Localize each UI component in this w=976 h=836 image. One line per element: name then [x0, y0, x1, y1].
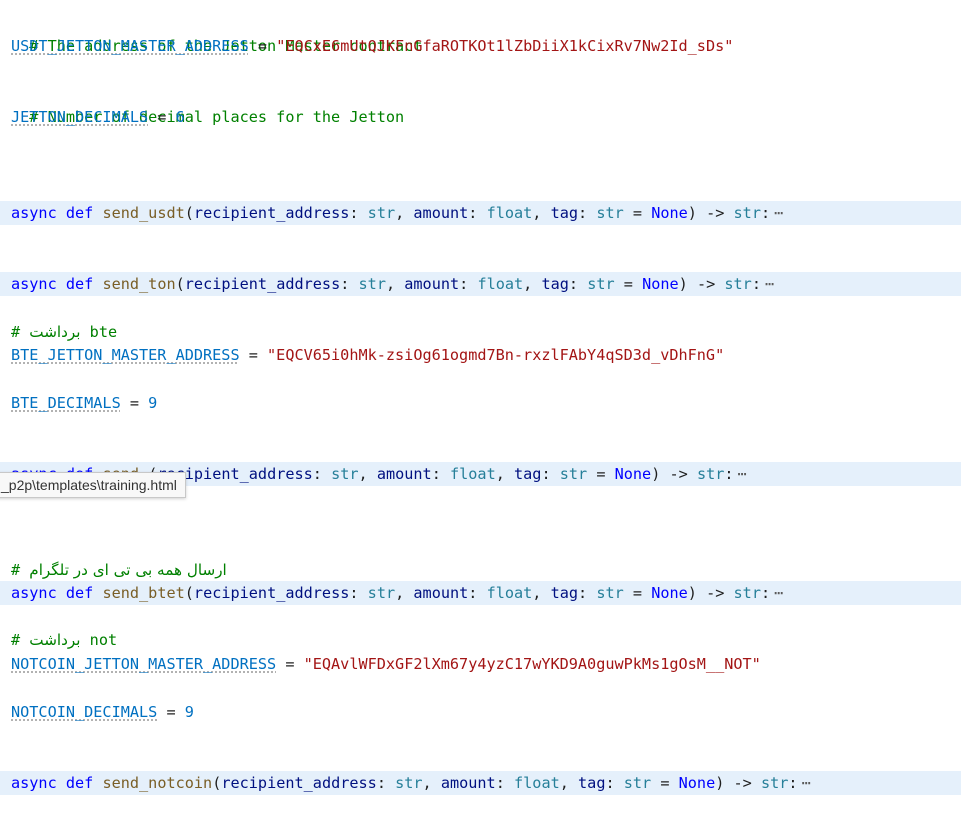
folded-function-send-btet[interactable]: async def send_btet(recipient_address: s…: [0, 581, 961, 605]
code-line-notcoin-address: NOTCOIN_JETTON_MASTER_ADDRESS = "EQAvlWF…: [11, 655, 761, 673]
comment-prefix: #: [11, 631, 30, 649]
type-name: str: [367, 204, 396, 222]
folded-function-send-usdt[interactable]: async def send_usdt(recipient_address: s…: [0, 201, 961, 225]
arrow: ->: [706, 584, 725, 602]
code-line-notcoin-decimals: NOTCOIN_DECIMALS = 9: [11, 703, 194, 721]
string-literal: "EQCxE6mUtQJKFnGfaROTKOt1lZbDiiX1kCixRv7…: [276, 37, 734, 55]
param-name: tag: [550, 584, 579, 602]
param-name: amount: [413, 204, 469, 222]
code-line-bte-address: BTE_JETTON_MASTER_ADDRESS = "EQCV65i0hMk…: [11, 346, 725, 364]
keyword-def: def: [65, 774, 94, 792]
param-name: tag: [550, 204, 579, 222]
comment-prefix: #: [11, 323, 30, 341]
number-literal: 9: [184, 703, 194, 721]
fold-ellipsis-icon[interactable]: ⋯: [765, 275, 774, 293]
type-name: float: [486, 204, 533, 222]
fold-ellipsis-icon[interactable]: ⋯: [738, 465, 747, 483]
keyword-none: None: [642, 275, 679, 293]
type-name: str: [559, 465, 588, 483]
comment-prefix: #: [11, 561, 30, 579]
number-literal: 6: [175, 108, 185, 126]
type-name: float: [486, 584, 533, 602]
code-line-comment-not: # برداشت not: [11, 628, 976, 652]
type-name: str: [733, 204, 761, 222]
comment-suffix: not: [80, 631, 118, 649]
variable-name: USDT_JETTON_MASTER_ADDRESS: [11, 37, 249, 55]
type-name: str: [733, 584, 761, 602]
variable-name: NOTCOIN_DECIMALS: [11, 703, 158, 721]
code-line-comment-decimals: # Number of decimal places for the Jetto…: [11, 81, 976, 126]
arrow: ->: [669, 465, 688, 483]
param-name: recipient_address: [193, 204, 350, 222]
folded-function-send-notcoin[interactable]: async def send_notcoin(recipient_address…: [0, 771, 961, 795]
function-name[interactable]: send_usdt: [102, 204, 184, 222]
function-name[interactable]: send_notcoin: [102, 774, 212, 792]
function-name[interactable]: send_ton: [102, 275, 175, 293]
param-name: amount: [376, 465, 432, 483]
arrow: ->: [706, 204, 725, 222]
string-literal: "EQAvlWFDxGF2lXm67y4yzC17wYKD9A0guwPkMs1…: [303, 655, 761, 673]
variable-name: JETTON_DECIMALS: [11, 108, 149, 126]
folded-function-send-ton[interactable]: async def send_ton(recipient_address: st…: [0, 272, 976, 296]
type-name: str: [587, 275, 615, 293]
fold-ellipsis-icon[interactable]: ⋯: [802, 774, 811, 792]
keyword-async: async: [11, 584, 57, 602]
keyword-async: async: [11, 275, 57, 293]
type-name: str: [395, 774, 423, 792]
arrow: ->: [696, 275, 716, 293]
code-line-comment-master: # The address of the Jetton Master contr…: [11, 10, 976, 55]
code-line-decimals: JETTON_DECIMALS = 6: [11, 108, 185, 126]
keyword-none: None: [651, 204, 688, 222]
code-line-comment-telegram: # ارسال همه بی تی ای در تلگرام: [11, 558, 976, 582]
param-name: amount: [413, 584, 469, 602]
keyword-def: def: [65, 584, 94, 602]
type-name: str: [760, 774, 789, 792]
keyword-def: def: [65, 275, 94, 293]
hover-tooltip: _p2p\templates\training.html: [0, 472, 186, 498]
type-name: str: [596, 584, 624, 602]
type-name: str: [596, 204, 624, 222]
type-name: str: [724, 275, 752, 293]
code-line-comment-bte: # برداشت bte: [11, 320, 976, 344]
comment-rtl-text: ارسال همه بی تی ای در تلگرام: [29, 561, 227, 579]
keyword-def: def: [65, 204, 94, 222]
param-name: recipient_address: [193, 584, 350, 602]
comment-rtl-text: برداشت: [29, 323, 81, 341]
param-name: recipient_address: [184, 275, 341, 293]
param-name: amount: [404, 275, 460, 293]
keyword-async: async: [11, 774, 57, 792]
comment-rtl-text: برداشت: [29, 631, 81, 649]
keyword-async: async: [11, 204, 57, 222]
param-name: tag: [578, 774, 606, 792]
param-name: tag: [541, 275, 569, 293]
keyword-none: None: [651, 584, 688, 602]
keyword-none: None: [614, 465, 652, 483]
comment-suffix: bte: [80, 323, 118, 341]
type-name: float: [514, 774, 560, 792]
fold-ellipsis-icon[interactable]: ⋯: [774, 204, 783, 222]
number-literal: 9: [148, 394, 158, 412]
code-line-usdt-address: USDT_JETTON_MASTER_ADDRESS = "EQCxE6mUtQ…: [11, 37, 734, 55]
param-name: amount: [440, 774, 496, 792]
type-name: float: [450, 465, 496, 483]
function-name[interactable]: send_btet: [102, 584, 184, 602]
type-name: str: [358, 275, 386, 293]
param-name: tag: [514, 465, 542, 483]
fold-ellipsis-icon[interactable]: ⋯: [774, 584, 783, 602]
keyword-none: None: [678, 774, 716, 792]
arrow: ->: [733, 774, 752, 792]
code-line-bte-decimals: BTE_DECIMALS = 9: [11, 394, 158, 412]
variable-name: BTE_DECIMALS: [11, 394, 121, 412]
variable-name: NOTCOIN_JETTON_MASTER_ADDRESS: [11, 655, 277, 673]
param-name: recipient_address: [221, 774, 377, 792]
type-name: str: [696, 465, 725, 483]
variable-name: BTE_JETTON_MASTER_ADDRESS: [11, 346, 240, 364]
type-name: str: [331, 465, 359, 483]
string-literal: "EQCV65i0hMk-zsiOg61ogmd7Bn-rxzlFAbY4qSD…: [267, 346, 725, 364]
type-name: str: [367, 584, 396, 602]
type-name: float: [477, 275, 524, 293]
type-name: str: [623, 774, 652, 792]
